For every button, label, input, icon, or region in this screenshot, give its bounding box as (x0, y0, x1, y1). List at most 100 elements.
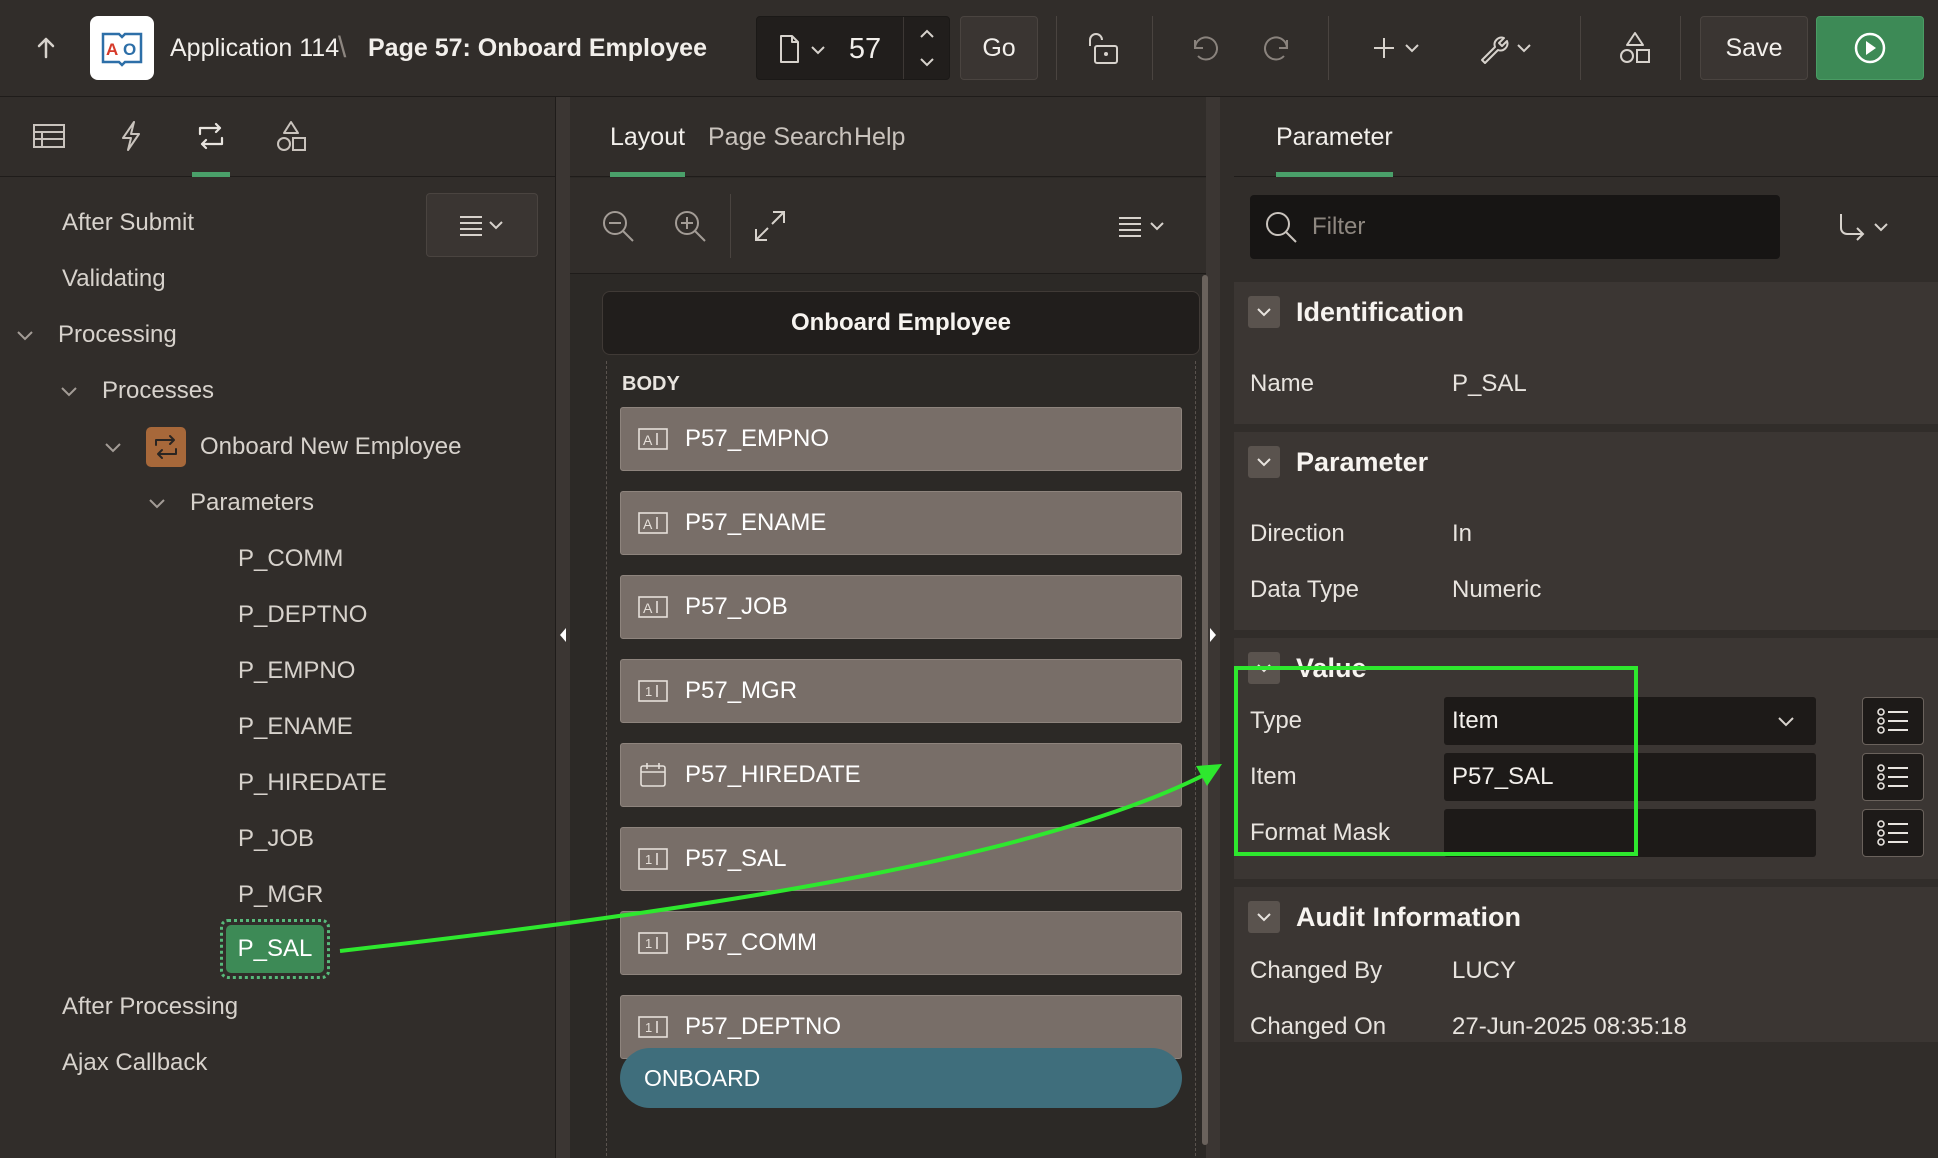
list-icon (1877, 708, 1908, 734)
add-menu-icon[interactable] (1370, 23, 1430, 73)
format-mask-list-button[interactable] (1862, 809, 1924, 857)
section-value[interactable]: Value (1234, 638, 1938, 698)
save-button[interactable]: Save (1700, 16, 1808, 80)
chevron-down-icon[interactable] (58, 380, 80, 402)
play-icon (1854, 32, 1886, 64)
tree-node-p-sal-selected[interactable]: P_SAL (220, 919, 330, 979)
tree-node-p-job[interactable]: P_JOB (238, 817, 314, 861)
property-filter[interactable] (1250, 195, 1780, 259)
expand-icon[interactable] (748, 204, 792, 248)
tree-node-processing[interactable]: Processing (14, 313, 177, 357)
page-selector[interactable]: 57 (756, 16, 950, 80)
layout-menu-icon[interactable] (1110, 204, 1180, 248)
collapse-icon[interactable] (1248, 296, 1280, 328)
item-list-button[interactable] (1862, 753, 1924, 801)
left-pane: After Submit Validating Processing Proce… (0, 97, 556, 1158)
chevron-down-icon[interactable] (102, 436, 124, 458)
section-audit-information[interactable]: Audit Information (1234, 887, 1938, 947)
item-input[interactable]: P57_SAL (1444, 753, 1816, 801)
chevron-up-icon[interactable] (916, 23, 938, 45)
page-item-p57-comm[interactable]: 1 P57_COMM (620, 911, 1182, 975)
right-splitter[interactable] (1206, 97, 1220, 1158)
text-field-icon: A (637, 594, 669, 620)
left-splitter[interactable] (556, 97, 570, 1158)
search-icon (1266, 212, 1297, 243)
section-identification[interactable]: Identification (1234, 282, 1938, 342)
collapse-right-icon[interactable] (1209, 627, 1217, 643)
go-button[interactable]: Go (960, 16, 1038, 80)
page-number-input[interactable]: 57 (835, 31, 895, 67)
zoom-out-icon[interactable] (596, 204, 640, 248)
type-select[interactable]: Item (1444, 697, 1816, 745)
region-title[interactable]: Onboard Employee (602, 291, 1200, 355)
page-item-p57-mgr[interactable]: 1 P57_MGR (620, 659, 1182, 723)
layout-scrollbar[interactable] (1202, 275, 1208, 1145)
app-title[interactable]: Application 114 (170, 28, 339, 68)
up-arrow-icon[interactable] (26, 28, 66, 68)
page-item-p57-ename[interactable]: A P57_ENAME (620, 491, 1182, 555)
tree-node-p-deptno[interactable]: P_DEPTNO (238, 593, 367, 637)
shared-components-icon[interactable] (1610, 23, 1660, 73)
tab-parameter[interactable]: Parameter (1276, 117, 1393, 177)
collapse-icon[interactable] (1248, 652, 1280, 684)
app-logo[interactable]: A O (90, 16, 154, 80)
page-item-p57-job[interactable]: A P57_JOB (620, 575, 1182, 639)
tree-node-parameters[interactable]: Parameters (146, 481, 314, 525)
rendering-tab-icon[interactable] (24, 111, 74, 161)
layout-pane: Layout Page Search Help Onboard Employee… (556, 97, 1220, 1158)
layout-toolbar (570, 178, 1206, 274)
text-field-icon: A (637, 426, 669, 452)
chevron-down-icon[interactable] (146, 492, 168, 514)
shared-components-tab-icon[interactable] (266, 111, 316, 161)
collapse-left-icon[interactable] (559, 627, 567, 643)
tree-node-processes[interactable]: Processes (58, 369, 214, 413)
collapse-icon[interactable] (1248, 901, 1280, 933)
property-label-type: Type (1250, 707, 1303, 734)
page-number-spinner[interactable] (903, 17, 951, 79)
chevron-down-icon[interactable] (14, 324, 36, 346)
dynamic-actions-tab-icon[interactable] (106, 111, 156, 161)
page-item-p57-hiredate[interactable]: P57_HIREDATE (620, 743, 1182, 807)
tree-node-p-mgr[interactable]: P_MGR (238, 873, 323, 917)
page-title: Page 57: Onboard Employee (368, 33, 707, 62)
section-parameter[interactable]: Parameter (1234, 432, 1938, 492)
undo-icon[interactable] (1180, 23, 1230, 73)
tree-node-validating[interactable]: Validating (62, 257, 166, 301)
tree-node-p-ename[interactable]: P_ENAME (238, 705, 353, 749)
svg-text:A: A (643, 432, 653, 448)
onboard-button[interactable]: ONBOARD (620, 1048, 1182, 1108)
property-value-name[interactable]: P_SAL (1452, 364, 1527, 404)
chevron-down-icon[interactable] (916, 51, 938, 73)
tree-node-p-hiredate[interactable]: P_HIREDATE (238, 761, 387, 805)
toolbar-divider (1580, 16, 1581, 80)
tree-node-p-empno[interactable]: P_EMPNO (238, 649, 355, 693)
section-title: Parameter (1296, 446, 1429, 477)
tab-page-search[interactable]: Page Search (708, 117, 853, 157)
tab-layout[interactable]: Layout (610, 117, 686, 177)
tab-help[interactable]: Help (854, 117, 905, 157)
tree-node-after-processing[interactable]: After Processing (62, 985, 238, 1029)
zoom-in-icon[interactable] (668, 204, 712, 248)
format-mask-input[interactable] (1444, 809, 1816, 857)
filter-input[interactable] (1312, 213, 1752, 241)
unlock-icon[interactable] (1080, 23, 1130, 73)
processing-tab-icon[interactable] (186, 111, 236, 177)
page-item-p57-sal[interactable]: 1 P57_SAL (620, 827, 1182, 891)
wrench-menu-icon[interactable] (1476, 23, 1540, 73)
tree-node-p-comm[interactable]: P_COMM (238, 537, 343, 581)
page-document-icon (773, 33, 805, 65)
tree-node-onboard-new-employee[interactable]: Onboard New Employee (102, 425, 461, 469)
go-to-group-icon[interactable] (1830, 207, 1900, 247)
page-item-p57-empno[interactable]: A P57_EMPNO (620, 407, 1182, 471)
page-item-label: P57_EMPNO (685, 425, 830, 452)
run-button[interactable] (1816, 16, 1924, 80)
redo-icon[interactable] (1252, 23, 1302, 73)
tree-options-menu[interactable] (426, 193, 538, 257)
collapse-icon[interactable] (1248, 446, 1280, 478)
property-label-data-type: Data Type (1250, 576, 1359, 603)
chevron-down-icon[interactable] (807, 39, 829, 61)
type-list-button[interactable] (1862, 697, 1924, 745)
tree-node-ajax-callback[interactable]: Ajax Callback (62, 1041, 207, 1085)
tree-node-after-submit[interactable]: After Submit (62, 201, 194, 245)
layout-canvas[interactable]: Onboard Employee BODY A P57_EMPNO A P57_… (570, 275, 1206, 1158)
